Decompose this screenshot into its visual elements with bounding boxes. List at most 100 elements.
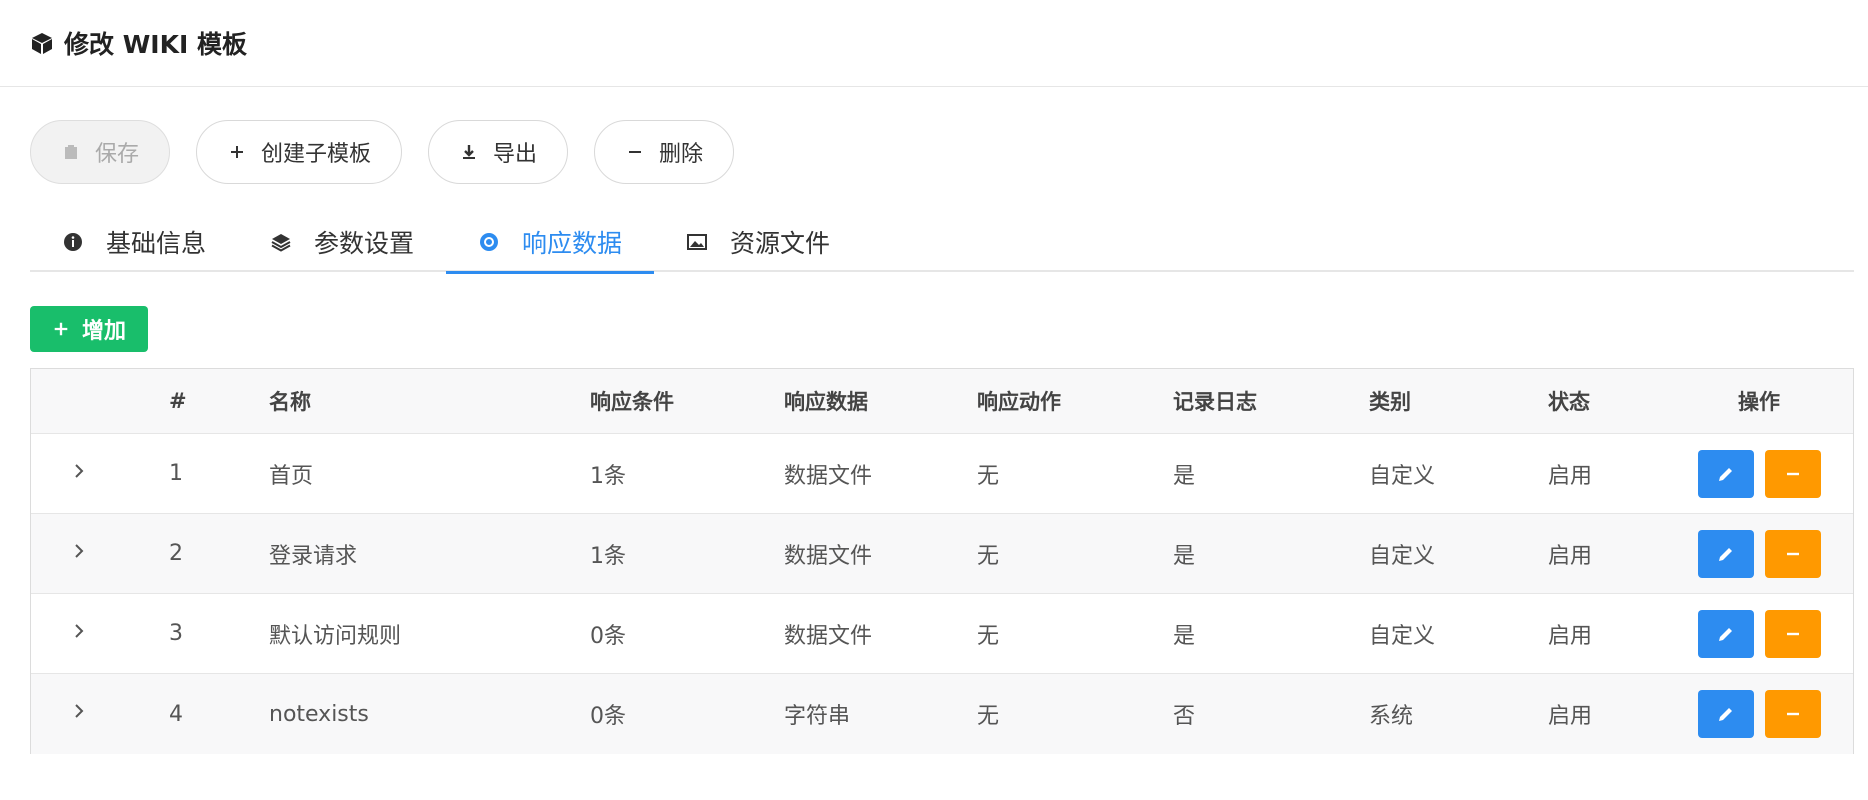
header-status: 状态: [1548, 390, 1590, 414]
tab-label: 基础信息: [106, 229, 207, 258]
header-data: 响应数据: [784, 390, 868, 414]
save-button-label: 保存: [95, 142, 140, 167]
chevron-right-icon: [75, 463, 84, 478]
edit-button[interactable]: [1697, 529, 1754, 578]
row-condition: 1条: [590, 543, 626, 569]
create-child-label: 创建子模板: [261, 142, 372, 167]
minus-icon: [1786, 712, 1799, 716]
tab-basic-info[interactable]: 基础信息: [30, 212, 238, 272]
table-row: 3 默认访问规则 0条 数据文件 无 是 自定义 启用: [31, 594, 1853, 674]
header-type: 类别: [1369, 390, 1411, 414]
tab-param-settings[interactable]: 参数设置: [238, 212, 446, 272]
header-action: 响应动作: [977, 390, 1061, 414]
edit-button[interactable]: [1697, 690, 1754, 738]
chevron-right-icon: [75, 704, 84, 718]
remove-button[interactable]: [1764, 609, 1821, 658]
expand-toggle[interactable]: [69, 541, 89, 567]
toolbar: 保存 创建子模板 导出 删除: [30, 120, 735, 184]
export-button[interactable]: 导出: [428, 120, 569, 184]
chevron-right-icon: [75, 623, 84, 638]
pencil-icon: [1718, 627, 1732, 641]
row-log: 是: [1173, 623, 1196, 649]
tab-resource-files[interactable]: 资源文件: [654, 212, 862, 272]
row-action: 无: [977, 543, 1000, 569]
export-label: 导出: [493, 142, 538, 167]
add-button-label: 增加: [81, 319, 126, 344]
row-status: 启用: [1548, 543, 1593, 569]
edit-button[interactable]: [1697, 449, 1754, 498]
pencil-icon: [1718, 467, 1732, 481]
minus-icon: [1786, 472, 1799, 475]
row-index: 2: [169, 541, 183, 566]
delete-button[interactable]: 删除: [594, 120, 735, 184]
row-data: 字符串: [784, 704, 851, 729]
table-header: # 名称 响应条件 响应数据 响应动作 记录日志 类别 状态 操作: [31, 369, 1853, 434]
remove-button[interactable]: [1764, 690, 1821, 738]
edit-button[interactable]: [1697, 609, 1754, 658]
response-table: # 名称 响应条件 响应数据 响应动作 记录日志 类别 状态 操作 1 首页 1…: [30, 368, 1854, 754]
tab-label: 资源文件: [730, 229, 831, 258]
at-icon: [480, 233, 499, 251]
tab-label: 响应数据: [522, 229, 623, 258]
image-icon: [687, 234, 708, 250]
header-operations: 操作: [1738, 390, 1780, 414]
row-type: 自定义: [1369, 623, 1436, 649]
header-index: #: [169, 389, 187, 413]
row-log: 是: [1173, 543, 1196, 569]
info-icon: [64, 233, 82, 251]
chevron-right-icon: [75, 543, 84, 558]
row-index: 4: [169, 701, 183, 727]
row-operations: [1679, 529, 1839, 578]
plus-icon: [231, 146, 244, 158]
remove-button[interactable]: [1764, 449, 1821, 498]
row-operations: [1679, 690, 1839, 738]
table-row: 4 notexists 0条 字符串 无 否 系统 启用: [31, 674, 1853, 754]
tab-response-data[interactable]: 响应数据: [446, 212, 655, 274]
row-condition: 0条: [590, 623, 626, 649]
row-status: 启用: [1548, 463, 1593, 489]
row-operations: [1679, 609, 1839, 658]
row-log: 否: [1173, 704, 1196, 729]
plus-icon: [54, 322, 68, 336]
row-condition: 1条: [590, 463, 626, 489]
row-action: 无: [977, 463, 1000, 489]
download-icon: [463, 145, 476, 159]
table-row: 2 登录请求 1条 数据文件 无 是 自定义 启用: [31, 514, 1853, 594]
row-data: 数据文件: [784, 623, 873, 649]
row-status: 启用: [1548, 623, 1593, 649]
pencil-icon: [1718, 547, 1732, 561]
row-type: 系统: [1369, 704, 1414, 729]
row-name: 登录请求: [269, 543, 358, 569]
expand-toggle[interactable]: [69, 461, 89, 487]
create-child-template-button[interactable]: 创建子模板: [196, 120, 403, 184]
remove-button[interactable]: [1764, 529, 1821, 578]
page-title: 修改 WIKI 模板: [64, 30, 247, 59]
minus-icon: [1786, 632, 1799, 635]
row-type: 自定义: [1369, 463, 1436, 489]
expand-toggle[interactable]: [69, 621, 89, 647]
minus-icon: [1786, 552, 1799, 555]
save-button[interactable]: 保存: [30, 120, 171, 184]
page-header: 修改 WIKI 模板: [0, 0, 1868, 87]
row-data: 数据文件: [784, 463, 873, 489]
row-index: 3: [169, 621, 183, 646]
row-log: 是: [1173, 463, 1196, 489]
row-operations: [1679, 449, 1839, 498]
row-name: 默认访问规则: [269, 623, 402, 649]
minus-icon: [629, 151, 642, 153]
header-condition: 响应条件: [590, 390, 674, 414]
tab-bar: 基础信息 参数设置 响应数据 资源文件: [30, 212, 1854, 274]
table-row: 1 首页 1条 数据文件 无 是 自定义 启用: [31, 434, 1853, 514]
row-data: 数据文件: [784, 543, 873, 569]
row-index: 1: [169, 461, 183, 486]
add-button[interactable]: 增加: [30, 306, 148, 352]
tab-label: 参数设置: [314, 229, 415, 258]
save-icon: [65, 145, 77, 159]
row-action: 无: [977, 704, 1000, 729]
row-name: 首页: [269, 463, 314, 489]
row-status: 启用: [1548, 704, 1593, 729]
expand-toggle[interactable]: [69, 701, 89, 727]
delete-label: 删除: [659, 142, 704, 167]
header-log: 记录日志: [1173, 390, 1257, 414]
cube-icon: [32, 33, 52, 54]
